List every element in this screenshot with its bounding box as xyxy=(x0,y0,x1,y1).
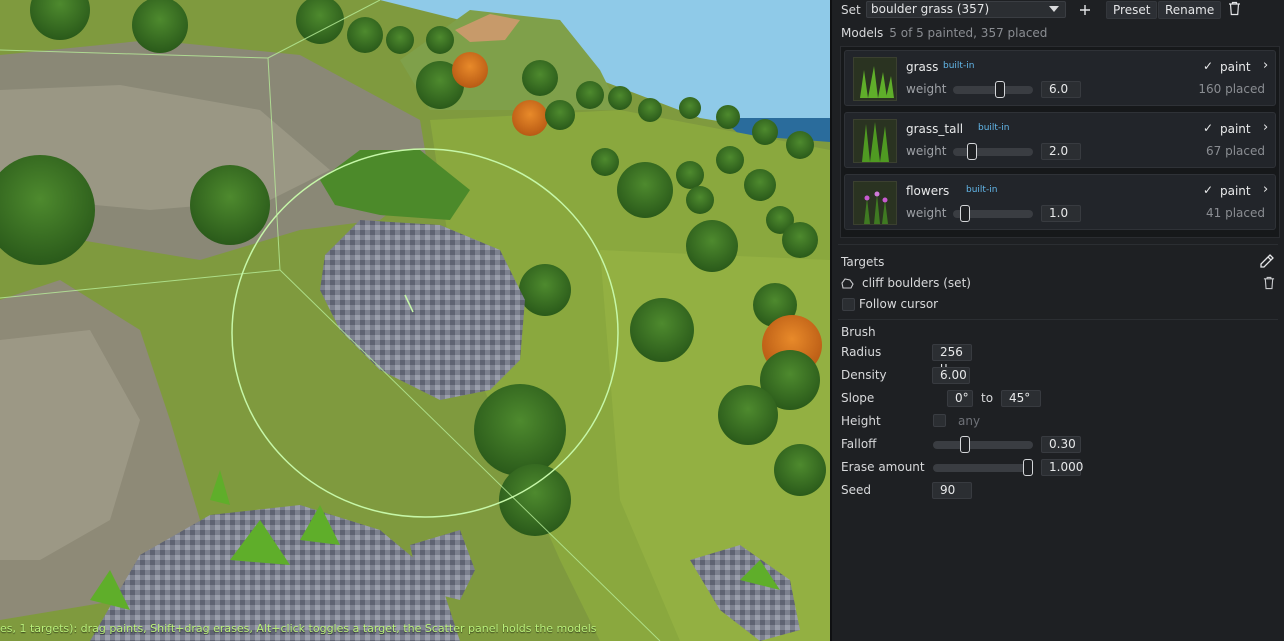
chevron-right-icon[interactable]: › xyxy=(1263,58,1268,73)
seed-field[interactable]: 90 xyxy=(932,482,972,499)
models-list[interactable]: grass built-in weight 6.0 ✓ paint › 160 … xyxy=(840,46,1280,238)
placed-count: 67 placed xyxy=(1206,144,1265,158)
preset-button[interactable]: Preset xyxy=(1106,1,1158,19)
status-hint: es, 1 targets): drag paints, Shift+drag … xyxy=(0,622,597,635)
models-header: Models xyxy=(841,26,884,40)
paint-label: paint xyxy=(1220,122,1251,136)
brush-header: Brush xyxy=(841,325,876,339)
model-card-grass[interactable]: grass built-in weight 6.0 ✓ paint › 160 … xyxy=(844,50,1276,106)
weight-label: weight xyxy=(906,144,947,158)
eyedropper-icon xyxy=(1260,254,1274,268)
slope-min-field[interactable]: 0° xyxy=(947,390,973,407)
slope-label: Slope xyxy=(841,391,875,405)
slider-handle[interactable] xyxy=(1023,459,1033,476)
erase-amount-label: Erase amount xyxy=(841,460,925,474)
model-name: grass_tall xyxy=(906,122,964,136)
falloff-label: Falloff xyxy=(841,437,877,451)
boulder-icon xyxy=(841,277,854,289)
placed-count: 41 placed xyxy=(1206,206,1265,220)
chevron-right-icon[interactable]: › xyxy=(1263,120,1268,135)
paint-check-icon[interactable]: ✓ xyxy=(1203,121,1215,135)
weight-slider[interactable] xyxy=(953,143,1033,160)
scatter-panel: Set boulder grass (357) Preset Rename Mo… xyxy=(830,0,1284,641)
slider-handle[interactable] xyxy=(960,205,970,222)
scene-viewport[interactable]: es, 1 targets): drag paints, Shift+drag … xyxy=(0,0,830,641)
terrain-render xyxy=(0,0,830,641)
erase-amount-slider[interactable] xyxy=(933,459,1033,476)
weight-slider[interactable] xyxy=(953,81,1033,98)
slider-handle[interactable] xyxy=(995,81,1005,98)
built-in-badge: built-in xyxy=(978,123,1010,133)
weight-label: weight xyxy=(906,82,947,96)
paint-label: paint xyxy=(1220,184,1251,198)
slider-handle[interactable] xyxy=(967,143,977,160)
built-in-badge: built-in xyxy=(943,61,975,71)
radius-field[interactable]: 256 u xyxy=(932,344,972,374)
pick-target-button[interactable] xyxy=(1259,253,1275,269)
density-label: Density xyxy=(841,368,887,382)
model-thumbnail xyxy=(853,181,897,225)
paint-check-icon[interactable]: ✓ xyxy=(1203,59,1215,73)
falloff-value[interactable]: 0.30 xyxy=(1041,436,1081,453)
divider xyxy=(838,319,1278,320)
height-label: Height xyxy=(841,414,881,428)
model-name: grass xyxy=(906,60,939,74)
targets-header: Targets xyxy=(841,255,885,269)
trash-icon xyxy=(1263,276,1275,290)
density-field[interactable]: 6.00 xyxy=(932,367,970,384)
placed-count: 160 placed xyxy=(1198,82,1265,96)
erase-amount-value[interactable]: 1.000 xyxy=(1041,459,1083,476)
models-summary: 5 of 5 painted, 357 placed xyxy=(889,26,1048,40)
paint-label: paint xyxy=(1220,60,1251,74)
slope-max-field[interactable]: 45° xyxy=(1001,390,1041,407)
set-label: Set xyxy=(841,3,861,17)
model-thumbnail xyxy=(853,119,897,163)
delete-set-button[interactable] xyxy=(1228,1,1241,16)
model-card-flowers[interactable]: flowers built-in weight 1.0 ✓ paint › 41… xyxy=(844,174,1276,230)
model-card-grass-tall[interactable]: grass_tall built-in weight 2.0 ✓ paint ›… xyxy=(844,112,1276,168)
weight-label: weight xyxy=(906,206,947,220)
chevron-right-icon[interactable]: › xyxy=(1263,182,1268,197)
slope-to-label: to xyxy=(981,391,994,405)
paint-check-icon[interactable]: ✓ xyxy=(1203,183,1215,197)
model-thumbnail xyxy=(853,57,897,101)
target-name[interactable]: cliff boulders (set) xyxy=(862,276,971,290)
add-set-button[interactable] xyxy=(1079,0,1091,19)
falloff-slider[interactable] xyxy=(933,436,1033,453)
follow-cursor-label: Follow cursor xyxy=(859,297,939,311)
divider xyxy=(838,244,1278,245)
follow-cursor-checkbox[interactable] xyxy=(842,298,855,311)
radius-label: Radius xyxy=(841,345,882,359)
rename-button[interactable]: Rename xyxy=(1158,1,1222,19)
remove-target-button[interactable] xyxy=(1263,276,1275,290)
preset-label: Preset xyxy=(1113,3,1151,17)
height-any-label: any xyxy=(958,414,981,428)
weight-slider[interactable] xyxy=(953,205,1033,222)
seed-label: Seed xyxy=(841,483,871,497)
slider-handle[interactable] xyxy=(960,436,970,453)
model-name: flowers xyxy=(906,184,950,198)
built-in-badge: built-in xyxy=(966,185,998,195)
weight-value[interactable]: 6.0 xyxy=(1041,81,1081,98)
trash-icon xyxy=(1229,1,1240,16)
weight-value[interactable]: 1.0 xyxy=(1041,205,1081,222)
plus-icon xyxy=(1080,4,1090,15)
height-checkbox[interactable] xyxy=(933,414,946,427)
weight-value[interactable]: 2.0 xyxy=(1041,143,1081,160)
rename-label: Rename xyxy=(1165,3,1215,17)
set-dropdown[interactable]: boulder grass (357) xyxy=(866,1,1066,18)
chevron-down-icon xyxy=(1049,6,1059,12)
set-dropdown-value: boulder grass (357) xyxy=(871,2,990,16)
